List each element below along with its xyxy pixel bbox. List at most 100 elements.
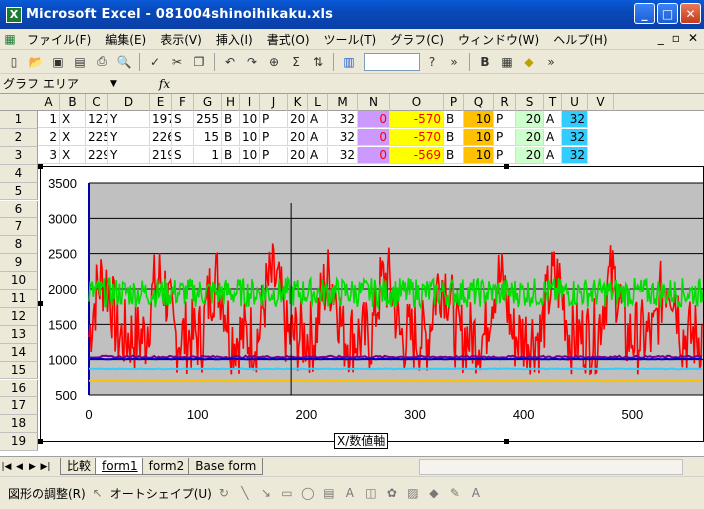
oval-icon[interactable]: ◯ <box>299 484 317 502</box>
cell[interactable]: B <box>222 146 240 164</box>
cell[interactable]: X <box>60 128 86 146</box>
column-header[interactable]: Q <box>464 94 494 111</box>
row-header[interactable]: 5 <box>0 182 38 201</box>
row-header[interactable]: 4 <box>0 164 38 183</box>
menu-file[interactable]: ファイル(F) <box>20 31 98 48</box>
column-header[interactable]: J <box>260 94 288 111</box>
cell[interactable]: 32 <box>562 111 588 128</box>
cell[interactable]: P <box>494 146 516 164</box>
chart-area[interactable]: 500 1000 1500 2000 2500 3000 3500 0 100 200 300 400… <box>40 166 704 442</box>
row-header[interactable]: 18 <box>0 415 38 434</box>
cell[interactable]: 20 <box>516 128 544 146</box>
row-header[interactable]: 15 <box>0 361 38 380</box>
first-sheet-icon[interactable]: |◀ <box>0 462 13 472</box>
cell[interactable]: 1 <box>194 146 222 164</box>
cell[interactable]: 2293 <box>86 146 108 164</box>
line-chart[interactable]: 500 1000 1500 2000 2500 3000 3500 0 100 200 300 400… <box>41 167 704 441</box>
font-color-icon[interactable]: A <box>467 484 485 502</box>
toolbar-options-icon[interactable]: » <box>444 52 464 72</box>
cell[interactable]: A <box>308 128 328 146</box>
cell[interactable]: 1971 <box>150 111 172 128</box>
cell[interactable]: 32 <box>328 146 358 164</box>
menu-format[interactable]: 書式(O) <box>260 31 317 48</box>
cell[interactable]: 3 <box>38 146 60 164</box>
row-header[interactable]: 1 <box>0 111 38 129</box>
cell[interactable]: Y <box>108 146 150 164</box>
cell[interactable]: 10 <box>240 146 260 164</box>
workbook-icon[interactable]: ▦ <box>0 29 20 49</box>
help-icon[interactable]: ? <box>422 52 442 72</box>
cell[interactable]: B <box>222 128 240 146</box>
chart-handle[interactable] <box>504 164 509 169</box>
tab-hikaku[interactable]: 比較 <box>60 458 99 475</box>
cell[interactable]: 2252 <box>86 128 108 146</box>
column-header[interactable]: G <box>194 94 222 111</box>
column-header[interactable]: O <box>390 94 444 111</box>
row-header[interactable]: 12 <box>0 307 38 326</box>
cell[interactable]: 20 <box>516 111 544 128</box>
cell[interactable]: 0 <box>358 146 390 164</box>
cell[interactable]: 255 <box>194 111 222 128</box>
autosum-icon[interactable]: Σ <box>286 52 306 72</box>
maximize-button[interactable]: □ <box>657 3 678 24</box>
cell[interactable]: 32 <box>328 128 358 146</box>
menu-view[interactable]: 表示(V) <box>153 31 209 48</box>
cell[interactable]: A <box>544 128 562 146</box>
cell[interactable]: 10 <box>464 111 494 128</box>
doc-close-icon[interactable]: ✕ <box>688 31 698 45</box>
print-icon[interactable]: ⎙ <box>92 52 112 72</box>
cell[interactable]: 20 <box>288 111 308 128</box>
row-header[interactable]: 9 <box>0 254 38 273</box>
cell[interactable]: A <box>308 146 328 164</box>
column-header[interactable]: E <box>150 94 172 111</box>
cell[interactable]: 10 <box>464 128 494 146</box>
print-preview-icon[interactable]: 🔍 <box>114 52 134 72</box>
next-sheet-icon[interactable]: ▶ <box>26 462 39 472</box>
doc-minimize-icon[interactable]: _ <box>658 31 664 45</box>
bold-icon[interactable]: B <box>475 52 495 72</box>
chart-handle[interactable] <box>38 301 43 306</box>
undo-icon[interactable]: ↶ <box>220 52 240 72</box>
cell[interactable]: P <box>494 111 516 128</box>
doc-restore-icon[interactable]: ▫ <box>672 31 680 45</box>
close-button[interactable]: ✕ <box>680 3 701 24</box>
rectangle-icon[interactable]: ▭ <box>278 484 296 502</box>
horizontal-scrollbar[interactable] <box>419 459 683 475</box>
column-header[interactable]: A <box>38 94 60 111</box>
cell[interactable]: X <box>60 111 86 128</box>
cell[interactable]: B <box>222 111 240 128</box>
arrow-icon[interactable]: ↘ <box>257 484 275 502</box>
column-header[interactable]: P <box>444 94 464 111</box>
spelling-icon[interactable]: ✓ <box>145 52 165 72</box>
tab-base-form[interactable]: Base form <box>188 458 264 475</box>
picture-icon[interactable]: ▨ <box>404 484 422 502</box>
rotate-icon[interactable]: ↻ <box>215 484 233 502</box>
name-box-dropdown-icon[interactable]: ▼ <box>110 79 117 89</box>
line-icon[interactable]: ╲ <box>236 484 254 502</box>
column-header[interactable]: L <box>308 94 328 111</box>
borders-icon[interactable]: ▦ <box>497 52 517 72</box>
toolbar-options-icon-2[interactable]: » <box>541 52 561 72</box>
cell[interactable]: Y <box>108 111 150 128</box>
row-header[interactable]: 14 <box>0 343 38 362</box>
menu-tools[interactable]: ツール(T) <box>317 31 384 48</box>
cell[interactable]: X <box>60 146 86 164</box>
cell[interactable]: Y <box>108 128 150 146</box>
cell[interactable]: 2 <box>38 128 60 146</box>
fill-icon[interactable]: ◆ <box>425 484 443 502</box>
new-icon[interactable]: ▯ <box>4 52 24 72</box>
prev-sheet-icon[interactable]: ◀ <box>13 462 26 472</box>
column-header[interactable]: K <box>288 94 308 111</box>
column-header[interactable]: D <box>108 94 150 111</box>
worksheet-grid[interactable]: ABCDEFGHIJKLMNOPQRSTUV 1 2 3 4 5 6 7 8 9 10 11 12 13… <box>0 94 704 456</box>
cell[interactable]: P <box>260 146 288 164</box>
open-icon[interactable]: 📂 <box>26 52 46 72</box>
cell[interactable]: 20 <box>288 146 308 164</box>
cell[interactable]: B <box>444 111 464 128</box>
minimize-button[interactable]: _ <box>634 3 655 24</box>
menu-help[interactable]: ヘルプ(H) <box>546 31 614 48</box>
column-header[interactable]: V <box>588 94 614 111</box>
column-header[interactable]: M <box>328 94 358 111</box>
cell[interactable]: 15 <box>194 128 222 146</box>
column-header[interactable]: T <box>544 94 562 111</box>
